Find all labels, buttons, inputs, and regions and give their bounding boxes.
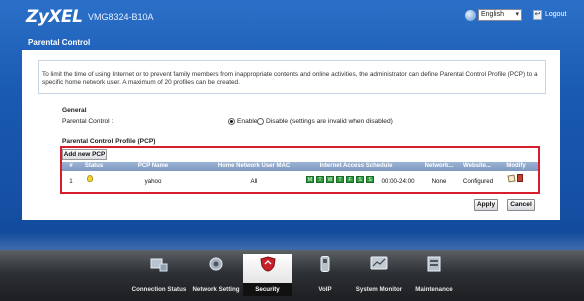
- logout-icon[interactable]: ↩: [533, 10, 542, 20]
- row-index: 1: [69, 178, 73, 185]
- dock-maintenance[interactable]: Maintenance: [408, 254, 460, 296]
- network-setting-icon: [209, 257, 223, 271]
- edit-icon[interactable]: [507, 174, 516, 183]
- cancel-button[interactable]: Cancel: [507, 199, 535, 211]
- row-website: Configured: [462, 178, 494, 185]
- disable-radio[interactable]: [257, 118, 264, 125]
- voip-icon: [320, 256, 330, 272]
- status-bulb-icon: [87, 175, 93, 182]
- dock-security[interactable]: Security: [243, 254, 292, 296]
- zyxel-logo: ZyXEL: [26, 7, 83, 27]
- dock-network-setting[interactable]: Network Setting: [190, 254, 242, 296]
- bottom-dock: [0, 250, 584, 301]
- maintenance-icon: [427, 256, 441, 272]
- row-time: 00:00-24:00: [381, 178, 415, 185]
- language-value: English: [481, 11, 504, 18]
- dock-label: System Monitor: [355, 286, 403, 293]
- schedule-day-fri: F: [346, 176, 354, 183]
- dock-label: Network Setting: [192, 286, 240, 293]
- schedule-day-wed: W: [326, 176, 334, 183]
- schedule-day-thu: T: [336, 176, 344, 183]
- model-name: VMG8324-B10A: [88, 12, 154, 22]
- col-modify: Modify: [506, 163, 526, 169]
- col-mac: Home Network User MAC: [217, 163, 291, 169]
- col-index: #: [69, 163, 73, 169]
- parental-control-label: Parental Control :: [62, 118, 114, 125]
- dock-connection-status[interactable]: Connection Status: [128, 254, 190, 296]
- col-network: Network...: [424, 163, 454, 169]
- schedule-day-sat: S: [356, 176, 364, 183]
- add-pcp-button[interactable]: Add new PCP: [62, 149, 107, 160]
- schedule-day-sun: S: [366, 176, 374, 183]
- col-pcp-name: PCP Name: [137, 163, 169, 169]
- system-monitor-icon: [370, 256, 388, 270]
- top-bar: ZyXEL VMG8324-B10A English ▾ ↩ Logout: [0, 0, 584, 36]
- dock-label: Connection Status: [131, 286, 187, 293]
- dock-label: Security: [255, 286, 280, 293]
- row-mac: All: [250, 178, 258, 185]
- row-network: None: [431, 178, 447, 185]
- disable-label: Disable (settings are invalid when disab…: [266, 118, 393, 125]
- apply-button[interactable]: Apply: [474, 199, 498, 211]
- trash-icon[interactable]: [517, 174, 523, 182]
- intro-text: To limit the time of using Internet or t…: [42, 71, 538, 86]
- chevron-down-icon: ▾: [515, 11, 519, 18]
- general-heading: General: [62, 107, 87, 114]
- dock-shadow: [0, 232, 584, 250]
- dock-voip[interactable]: VoIP: [300, 254, 350, 296]
- connection-status-icon: [150, 258, 168, 272]
- row-pcp-name: yahoo: [144, 178, 162, 185]
- language-select[interactable]: English ▾: [478, 9, 522, 21]
- dock-label: Maintenance: [415, 286, 453, 293]
- logout-link[interactable]: Logout: [545, 11, 566, 18]
- enable-radio[interactable]: [228, 118, 235, 125]
- col-website: Website...: [463, 163, 491, 169]
- col-status: Status: [84, 163, 104, 169]
- pcp-heading: Parental Control Profile (PCP): [62, 138, 156, 145]
- schedule-day-mon: M: [306, 176, 314, 183]
- globe-icon: [465, 10, 476, 21]
- col-schedule: Internet Access Schedule: [319, 163, 393, 169]
- enable-label: Enable: [237, 118, 258, 125]
- dock-system-monitor[interactable]: System Monitor: [350, 254, 408, 296]
- schedule-day-tue: T: [316, 176, 324, 183]
- dock-label: VoIP: [318, 286, 332, 293]
- page-title: Parental Control: [28, 38, 91, 47]
- security-icon: [259, 256, 276, 272]
